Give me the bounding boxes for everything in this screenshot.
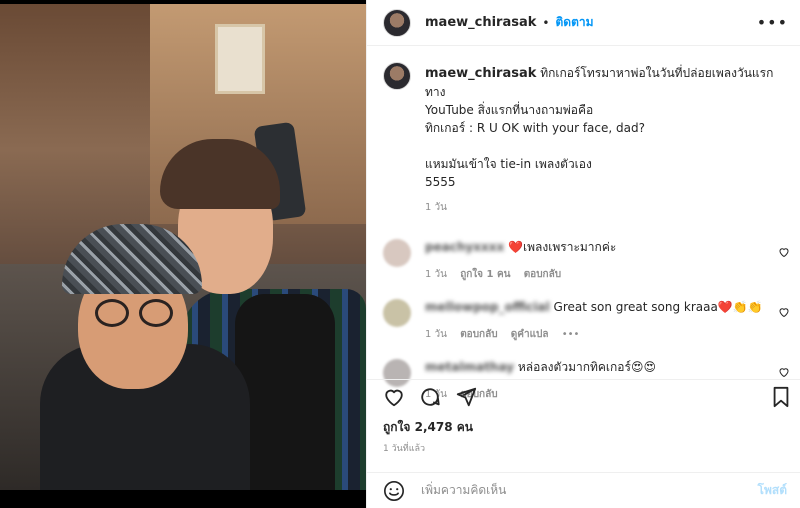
- comment-meta: 1 วัน ตอบกลับ ดูคำแปล •••: [425, 326, 763, 343]
- post-photo[interactable]: [0, 0, 366, 508]
- son-shirt: [235, 294, 335, 490]
- photo-scene: [0, 4, 366, 490]
- comment-time[interactable]: 1 วัน: [425, 329, 447, 340]
- comment-more-button[interactable]: •••: [562, 329, 580, 340]
- heart-icon[interactable]: [383, 386, 405, 408]
- comment-like-heart-icon[interactable]: [778, 306, 790, 318]
- caption-line: ทิกเกอร์ : R U OK with your face, dad?: [425, 121, 645, 135]
- reply-button[interactable]: ตอบกลับ: [460, 329, 497, 340]
- post-username[interactable]: maew_chirasak: [425, 15, 536, 30]
- more-options-button[interactable]: •••: [757, 13, 788, 32]
- caption-avatar[interactable]: [383, 62, 411, 90]
- comment-item: peachyxxxx ❤️เพลงเพราะมากค่ะ 1 วัน ถูกใจ…: [367, 239, 800, 283]
- caption-body: maew_chirasak ทิกเกอร์โทรมาหาพ่อในวันที่…: [425, 64, 784, 217]
- comment-item: mellowpop_official Great son great song …: [367, 299, 800, 343]
- comment-body: mellowpop_official Great son great song …: [425, 299, 763, 343]
- post-details-panel: maew_chirasak • ติดตาม ••• maew_chirasak…: [366, 0, 800, 508]
- add-comment-bar: เพิ่มความคิดเห็น โพสต์: [367, 472, 800, 508]
- comment-input[interactable]: เพิ่มความคิดเห็น: [421, 481, 506, 500]
- comment-username[interactable]: mellowpop_official: [425, 299, 550, 316]
- reply-button[interactable]: ตอบกลับ: [524, 269, 561, 280]
- avatar[interactable]: [383, 8, 411, 37]
- follow-button[interactable]: ติดตาม: [555, 13, 593, 32]
- comment-like-heart-icon[interactable]: [778, 366, 790, 378]
- comment-body: peachyxxxx ❤️เพลงเพราะมากค่ะ 1 วัน ถูกใจ…: [425, 239, 616, 283]
- comment-username[interactable]: peachyxxxx: [425, 239, 504, 256]
- comment-likes[interactable]: ถูกใจ 1 คน: [460, 269, 510, 280]
- caption-line: 5555: [425, 175, 456, 189]
- post-comment-button[interactable]: โพสต์: [758, 481, 787, 500]
- comment-avatar[interactable]: [383, 239, 411, 267]
- photo-window: [215, 24, 265, 94]
- bookmark-icon[interactable]: [771, 386, 791, 408]
- instagram-post-frame: maew_chirasak • ติดตาม ••• maew_chirasak…: [0, 0, 800, 508]
- caption-time[interactable]: 1 วัน: [425, 199, 784, 217]
- comment-text: Great son great song kraaa❤️👏👏: [553, 300, 763, 314]
- post-caption: maew_chirasak ทิกเกอร์โทรมาหาพ่อในวันที่…: [367, 46, 800, 217]
- comment-avatar[interactable]: [383, 299, 411, 327]
- comment-meta: 1 วัน ถูกใจ 1 คน ตอบกลับ: [425, 266, 616, 283]
- comment-text: ❤️เพลงเพราะมากค่ะ: [508, 240, 617, 254]
- caption-line: YouTube สิ่งแรกที่นางถามพ่อคือ: [425, 103, 594, 117]
- photo-person-father: [40, 214, 250, 490]
- share-icon[interactable]: [455, 386, 477, 408]
- post-actions-bar: [367, 379, 800, 409]
- separator-dot: •: [542, 15, 550, 30]
- comment-text: หล่อลงตัวมากทิคเกอร์😍😍: [517, 360, 656, 374]
- post-header: maew_chirasak • ติดตาม •••: [367, 0, 800, 46]
- caption-line: แหมมันเข้าใจ tie-in เพลงตัวเอง: [425, 157, 592, 171]
- see-translation-button[interactable]: ดูคำแปล: [511, 329, 549, 340]
- father-cap: [62, 224, 202, 294]
- caption-username[interactable]: maew_chirasak: [425, 66, 536, 81]
- comment-icon[interactable]: [419, 386, 441, 408]
- comment-like-heart-icon[interactable]: [778, 246, 790, 258]
- likes-count[interactable]: ถูกใจ 2,478 คน: [383, 418, 473, 437]
- comment-time[interactable]: 1 วัน: [425, 269, 447, 280]
- emoji-icon[interactable]: [383, 480, 405, 502]
- comment-username[interactable]: metalmathay: [425, 359, 514, 376]
- posted-time[interactable]: 1 วันที่แล้ว: [383, 441, 425, 455]
- father-glasses: [95, 299, 175, 327]
- son-hair: [160, 139, 280, 209]
